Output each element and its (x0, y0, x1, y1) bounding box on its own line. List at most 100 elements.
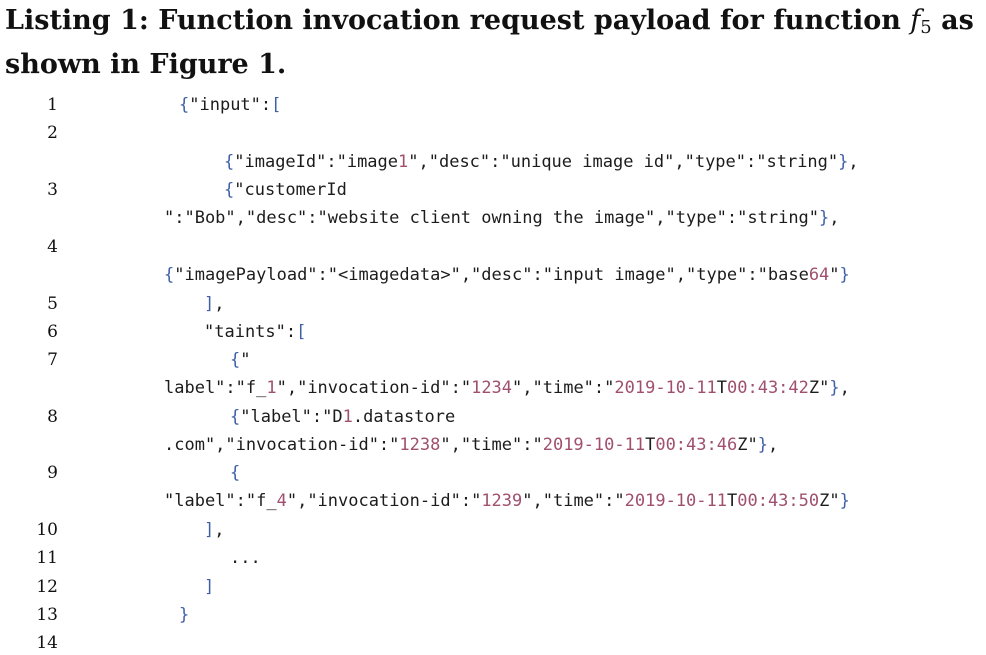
code-line: ], (204, 520, 225, 540)
code-token: ","time":" (512, 378, 615, 398)
code-token: 1 (342, 407, 353, 427)
code-token: ","time":" (522, 491, 625, 511)
code-line: .com","invocation-id":"1238","time":"201… (164, 435, 778, 455)
code-token: ] (204, 577, 215, 597)
line-number: 11 (36, 548, 58, 568)
caption-function-name: f (910, 5, 921, 36)
code-token: , (767, 435, 779, 455)
code-token: [ (271, 95, 282, 115)
code-token: 1234 (471, 378, 513, 398)
code-line: ], (204, 294, 225, 314)
line-number: 10 (36, 520, 58, 540)
code-token: } (829, 378, 840, 398)
code-token: ] (204, 294, 215, 314)
code-token: , (839, 378, 850, 398)
line-number: 7 (47, 350, 58, 370)
code-token: "label":"f_ (164, 491, 277, 511)
code-token: , (214, 294, 225, 314)
code-line: "taints":[ (204, 322, 306, 342)
code-token: 00:43:42 (727, 378, 809, 398)
code-line: {"imagePayload":"<imagedata>","desc":"in… (164, 265, 850, 285)
code-token: , (214, 520, 225, 540)
code-line: ] (204, 577, 214, 597)
code-token: label":"f_ (164, 378, 267, 398)
code-token: T (645, 435, 656, 455)
code-token: 1239 (481, 491, 523, 511)
code-token: } (819, 208, 830, 228)
code-line: {"label":"D1.datastore (230, 407, 455, 427)
caption-function-subscript: 5 (920, 17, 932, 38)
code-line: {"input":[ (179, 95, 281, 115)
code-token: ","invocation-id":" (286, 491, 482, 511)
code-token: Z" (737, 435, 758, 455)
line-number: 9 (47, 463, 58, 483)
code-token: T (726, 491, 738, 511)
line-number: 12 (36, 577, 58, 597)
code-token: 1 (266, 378, 277, 398)
code-token: "label":"D (240, 407, 343, 427)
code-token: [ (296, 322, 307, 342)
code-token: { (224, 180, 235, 200)
code-line: "label":"f_4","invocation-id":"1239","ti… (164, 491, 850, 511)
code-line: ... (230, 548, 261, 568)
code-token: 2019-10-11 (624, 491, 727, 511)
line-number: 8 (47, 407, 58, 427)
code-token: { (230, 463, 241, 483)
listing-caption: Listing 1: Function invocation request p… (5, 0, 981, 85)
code-token: "input": (189, 95, 272, 115)
code-token: "imageId":"image (234, 152, 399, 172)
code-line: { (230, 463, 240, 483)
code-token: 1 (398, 152, 409, 172)
code-token: { (164, 265, 175, 285)
line-number: 13 (36, 605, 58, 625)
code-token: 00:43:46 (655, 435, 738, 455)
code-token: { (224, 152, 235, 172)
code-token: ","desc":"unique image id","type":"strin… (408, 152, 839, 172)
code-token: 2019-10-11 (542, 435, 646, 455)
caption-prefix: Listing 1: Function invocation request p… (5, 5, 911, 36)
code-token: ","invocation-id":" (276, 378, 472, 398)
code-token: { (179, 95, 190, 115)
code-token: , (829, 208, 840, 228)
code-token: 64 (808, 265, 830, 285)
code-line: } (179, 605, 189, 625)
code-token: { (230, 407, 241, 427)
code-token: { (230, 350, 241, 370)
code-token: " (829, 265, 840, 285)
code-token: "taints": (204, 322, 297, 342)
code-token: Z" (819, 491, 840, 511)
code-token: .com","invocation-id":" (164, 435, 400, 455)
code-token: } (839, 265, 850, 285)
code-line: {"customerId (224, 180, 347, 200)
code-token: 4 (276, 491, 287, 511)
line-number: 2 (47, 123, 58, 143)
line-number: 5 (47, 294, 58, 314)
code-token: T (716, 378, 727, 398)
code-token: } (757, 435, 768, 455)
line-number: 4 (47, 237, 58, 257)
code-token: ... (230, 548, 261, 568)
code-token: } (839, 491, 850, 511)
line-number: 6 (47, 322, 58, 342)
code-token: .datastore (352, 407, 456, 427)
code-line: label":"f_1","invocation-id":"1234","tim… (164, 378, 850, 398)
code-token: ","time":" (440, 435, 543, 455)
code-token: "customerId (234, 180, 347, 200)
line-number: 1 (47, 95, 58, 115)
code-token: } (838, 152, 849, 172)
code-token: } (179, 605, 190, 625)
code-line: ":"Bob","desc":"website client owning th… (164, 208, 840, 228)
code-token: , (848, 152, 859, 172)
code-token: ] (204, 520, 215, 540)
line-number: 3 (47, 180, 58, 200)
code-token: 1238 (399, 435, 441, 455)
code-line: {" (230, 350, 251, 370)
code-token: ":"Bob","desc":"website client owning th… (164, 208, 820, 228)
code-token: " (240, 350, 251, 370)
code-token: 2019-10-11 (614, 378, 717, 398)
code-line: {"imageId":"image1","desc":"unique image… (224, 152, 859, 172)
line-number: 14 (36, 633, 58, 653)
code-token: "imagePayload":"<imagedata>","desc":"inp… (174, 265, 809, 285)
code-token: Z" (808, 378, 830, 398)
code-token: 00:43:50 (737, 491, 820, 511)
